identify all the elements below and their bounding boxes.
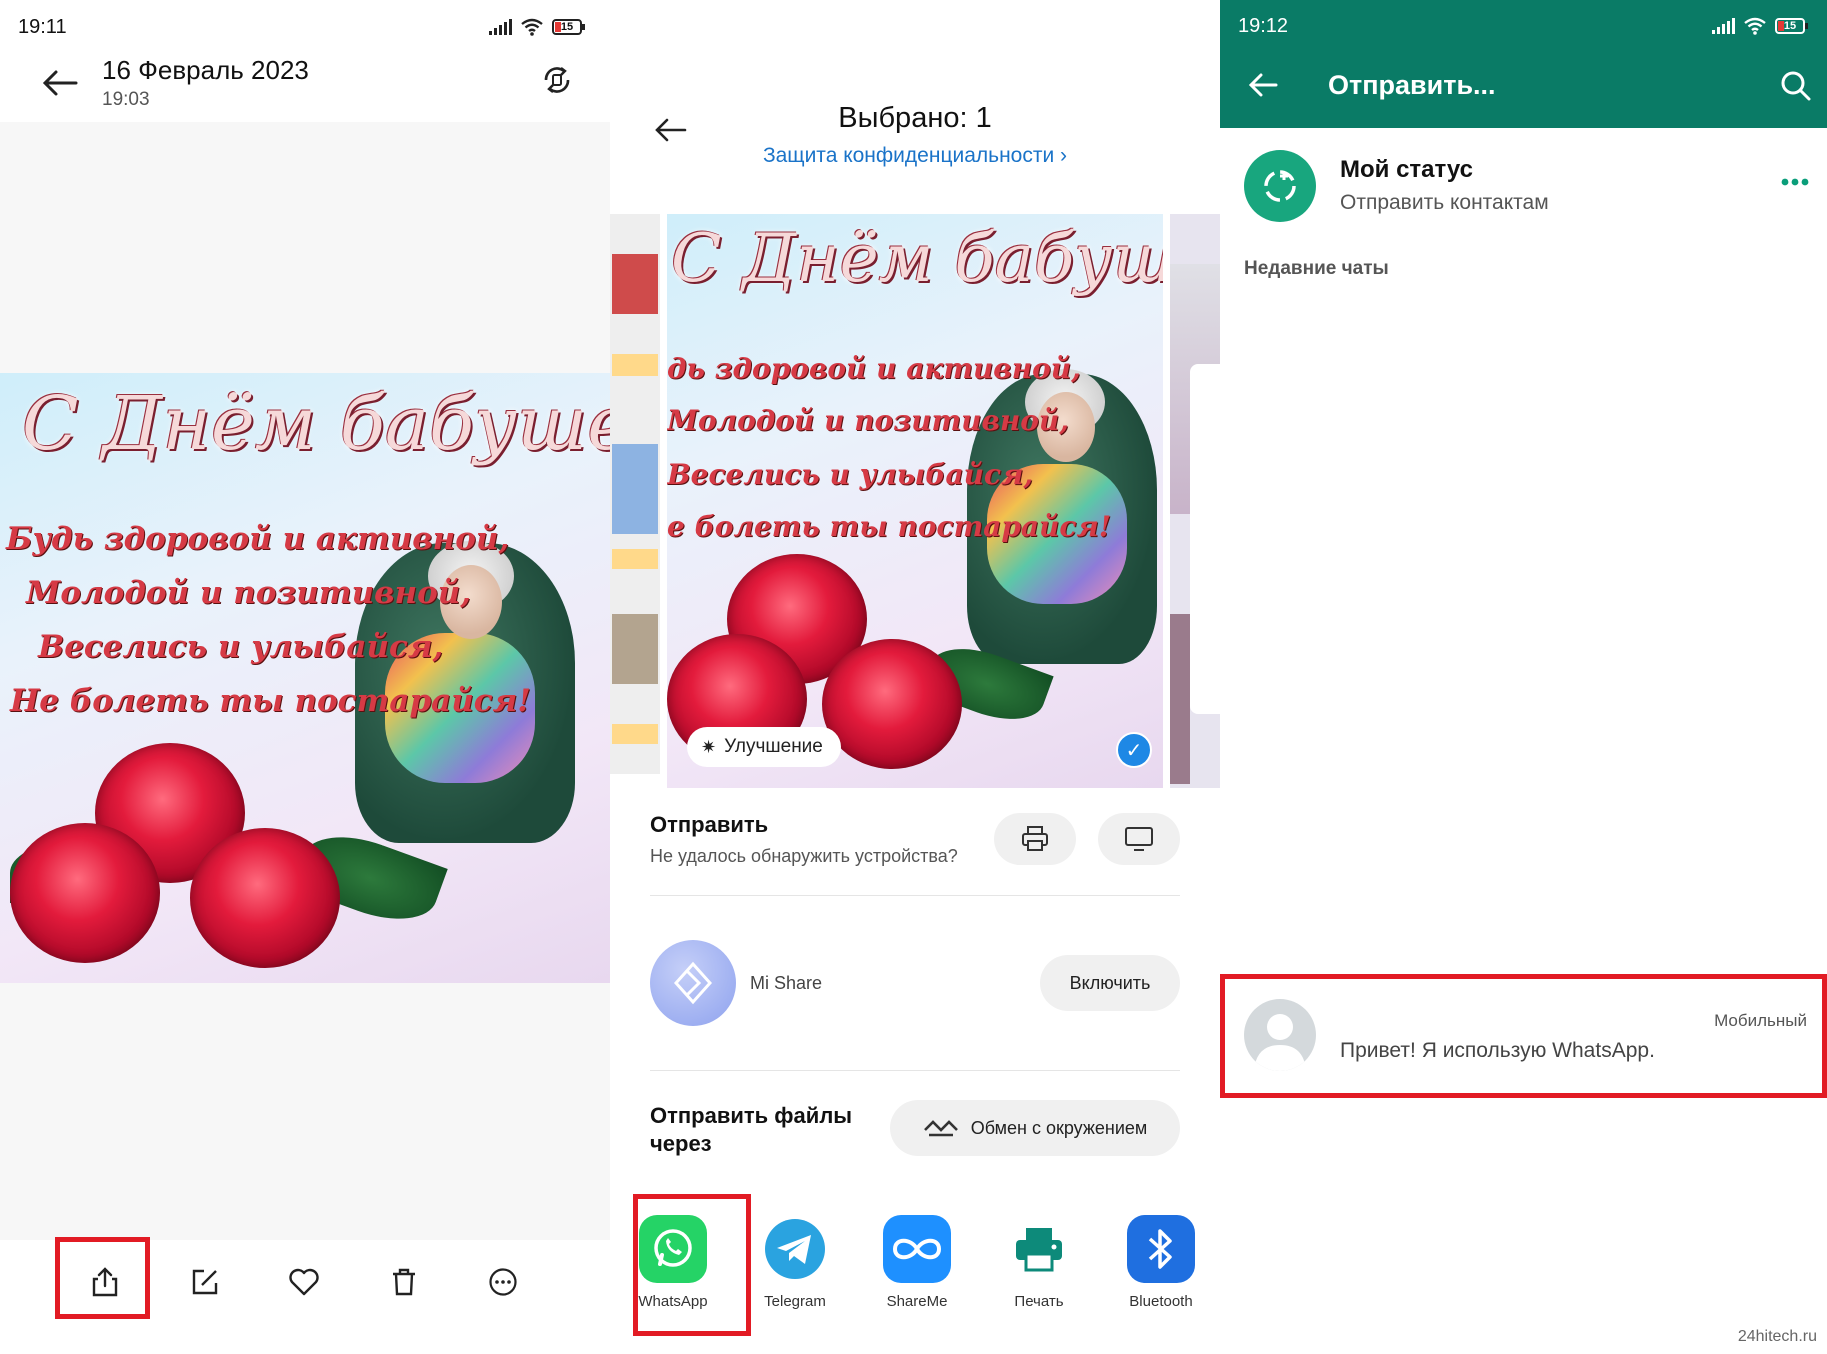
edit-icon[interactable] bbox=[185, 1262, 225, 1302]
thumb-block bbox=[612, 354, 658, 376]
privacy-link[interactable]: Защита конфиденциальности › bbox=[610, 144, 1220, 168]
send-files-title: Отправить файлы через bbox=[650, 1103, 853, 1156]
signal-icon bbox=[489, 19, 512, 35]
status-avatar[interactable] bbox=[1244, 150, 1316, 222]
card-line-2: Молодой и позитивной, bbox=[667, 404, 1070, 437]
status-icons: 15 bbox=[489, 18, 585, 36]
app-label: Bluetooth bbox=[1129, 1293, 1193, 1310]
card-line-4: е болеть ты постарайся! bbox=[667, 510, 1112, 543]
status-icons: 15 bbox=[1712, 17, 1808, 35]
app-label: Печать bbox=[1014, 1293, 1064, 1310]
app-telegram[interactable]: Telegram bbox=[747, 1215, 843, 1310]
share-panel: Выбрано: 1 Защита конфиденциальности › С… bbox=[610, 0, 1220, 1354]
nearby-share-button[interactable]: Обмен с окружением bbox=[890, 1100, 1180, 1156]
prev-thumbnail[interactable] bbox=[610, 214, 660, 774]
signal-icon bbox=[1712, 18, 1735, 34]
card-line-2: Молодой и позитивной, bbox=[26, 575, 472, 611]
app-label: Telegram bbox=[764, 1293, 826, 1310]
mishare-label: Mi Share bbox=[750, 973, 823, 993]
battery-icon: 15 bbox=[552, 19, 585, 35]
app-print[interactable]: Печать bbox=[991, 1215, 1087, 1310]
card-headline: С Днём бабушек! bbox=[22, 381, 610, 467]
card-line-3: Веселись и улыбайся, bbox=[38, 629, 444, 665]
card-line-3: Веселись и улыбайся, bbox=[667, 458, 1034, 491]
whatsapp-panel: 19:12 15 Отправить... Мой статус Отправи… bbox=[1220, 0, 1827, 1354]
enable-mishare-button[interactable]: Включить bbox=[1040, 955, 1180, 1011]
thumb-block bbox=[612, 549, 658, 569]
battery-icon: 15 bbox=[1775, 18, 1808, 34]
divider bbox=[650, 895, 1180, 896]
card-line-1: Будь здоровой и активной, bbox=[6, 521, 510, 557]
my-status-title[interactable]: Мой статус bbox=[1340, 156, 1473, 184]
app-bluetooth[interactable]: Bluetooth bbox=[1113, 1215, 1209, 1310]
recent-chats-label: Недавние чаты bbox=[1244, 258, 1389, 279]
back-arrow-icon[interactable] bbox=[1248, 72, 1278, 98]
status-time: 19:12 bbox=[1238, 15, 1289, 37]
add-status-icon bbox=[1264, 170, 1296, 202]
highlight-contact bbox=[1220, 974, 1827, 1098]
rose bbox=[822, 639, 962, 769]
card-line-1: дь здоровой и активной, bbox=[667, 352, 1081, 385]
rose bbox=[10, 823, 160, 963]
divider bbox=[650, 1070, 1180, 1071]
whatsapp-title: Отправить... bbox=[1328, 70, 1496, 100]
telegram-icon bbox=[761, 1215, 829, 1283]
print-app-icon bbox=[1005, 1215, 1073, 1283]
thumb-block bbox=[612, 724, 658, 744]
send-subtitle: Не удалось обнаружить устройства? bbox=[650, 846, 958, 866]
watermark: 24hitech.ru bbox=[1737, 1328, 1817, 1345]
printer-icon bbox=[1022, 826, 1048, 851]
enhance-button[interactable]: ✷ Улучшение bbox=[687, 727, 841, 767]
highlight-whatsapp bbox=[633, 1194, 751, 1336]
thumb-block bbox=[1170, 614, 1190, 784]
wifi-icon bbox=[1744, 17, 1766, 35]
thumb-block bbox=[612, 444, 658, 534]
rotate-icon[interactable] bbox=[540, 63, 574, 97]
photo-date: 16 Февраль 2023 bbox=[102, 55, 309, 85]
selected-count: Выбрано: 1 bbox=[838, 102, 992, 134]
gallery-header: 16 Февраль 2023 19:03 bbox=[0, 55, 610, 122]
thumb-block bbox=[612, 614, 658, 684]
photo-time: 19:03 bbox=[102, 89, 150, 110]
my-status-subtitle: Отправить контактам bbox=[1340, 191, 1549, 214]
wifi-icon bbox=[521, 18, 543, 36]
next-thumbnail[interactable] bbox=[1170, 214, 1220, 788]
shareme-icon bbox=[883, 1215, 951, 1283]
heart-icon[interactable] bbox=[284, 1262, 324, 1302]
search-icon[interactable] bbox=[1780, 70, 1812, 102]
card-line-4: Не болеть ты постарайся! bbox=[10, 683, 531, 719]
screen-cast-button[interactable] bbox=[1098, 813, 1180, 865]
rose bbox=[190, 828, 340, 968]
app-label: ShareMe bbox=[886, 1293, 948, 1310]
status-bar: 19:11 15 bbox=[0, 0, 610, 55]
bluetooth-icon bbox=[1127, 1215, 1195, 1283]
monitor-icon bbox=[1125, 827, 1153, 851]
mishare-icon bbox=[650, 940, 736, 1026]
thumb-block bbox=[612, 254, 658, 314]
sparkle-icon: ✷ bbox=[701, 736, 717, 757]
card-headline: С Днём бабушек bbox=[671, 220, 1163, 297]
whatsapp-header: 19:12 15 Отправить... bbox=[1220, 0, 1827, 128]
trash-icon[interactable] bbox=[384, 1262, 424, 1302]
selected-image[interactable]: С Днём бабушек дь здоровой и активной, М… bbox=[667, 214, 1163, 788]
highlight-share-button bbox=[55, 1237, 150, 1319]
more-icon[interactable] bbox=[483, 1262, 523, 1302]
greeting-card-image[interactable]: С Днём бабушек! Будь здоровой и активной… bbox=[0, 373, 610, 983]
gallery-panel: 19:11 15 16 Февраль 2023 19:03 С Днём ба… bbox=[0, 0, 610, 1354]
status-time: 19:11 bbox=[18, 16, 67, 38]
app-shareme[interactable]: ShareMe bbox=[869, 1215, 965, 1310]
send-title: Отправить bbox=[650, 812, 769, 837]
printer-button[interactable] bbox=[994, 813, 1076, 865]
selected-check-icon[interactable]: ✓ bbox=[1116, 732, 1152, 768]
more-dots-icon[interactable] bbox=[1780, 176, 1810, 188]
thumb-sidebar bbox=[1190, 364, 1220, 714]
back-arrow-icon[interactable] bbox=[40, 67, 80, 99]
nearby-share-icon bbox=[923, 1120, 958, 1137]
